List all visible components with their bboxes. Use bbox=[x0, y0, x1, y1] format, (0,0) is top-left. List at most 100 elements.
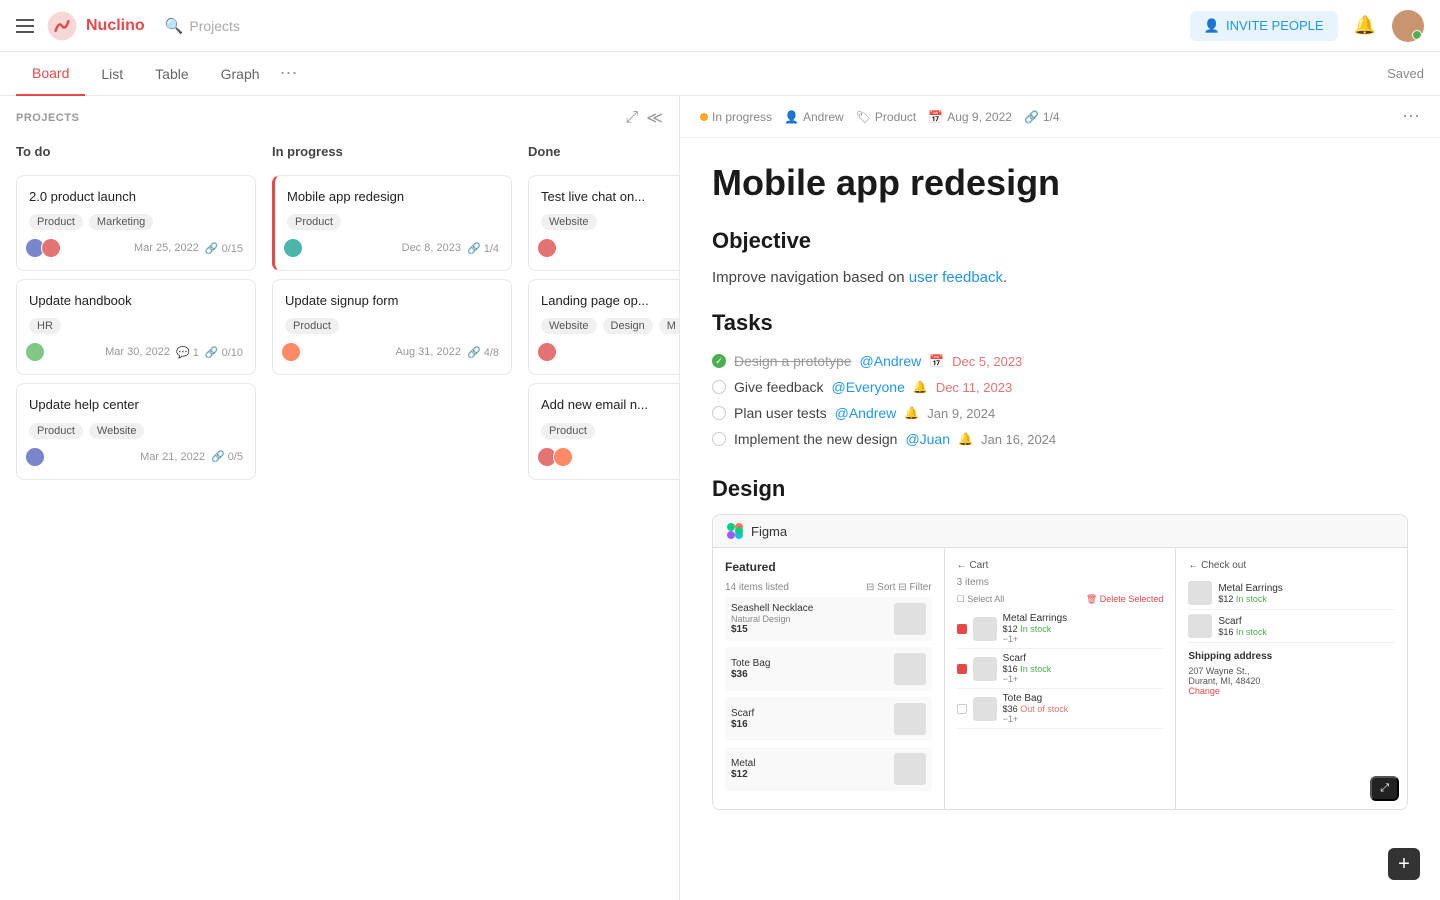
card-footer: Aug 31, 2022 🔗 4/8 bbox=[285, 342, 499, 362]
figma-frames-container: Featured 14 items listed⊟ Sort ⊟ Filter … bbox=[713, 548, 1407, 809]
projects-label: PROJECTS bbox=[16, 112, 79, 124]
doc-date[interactable]: 📅 Aug 9, 2022 bbox=[928, 110, 1012, 124]
task-mention[interactable]: @Andrew bbox=[835, 405, 897, 421]
doc-assignee[interactable]: 👤 Andrew bbox=[784, 110, 844, 124]
doc-panel: In progress 👤 Andrew 🏷 Product 📅 Aug 9, … bbox=[680, 96, 1440, 900]
figma-checkbox bbox=[957, 624, 967, 634]
card-title: Test live chat on... bbox=[541, 188, 679, 206]
hamburger-menu[interactable] bbox=[16, 19, 34, 33]
board-header-actions: ⤢ ≪ bbox=[625, 108, 663, 128]
card-tags: Product bbox=[287, 214, 499, 230]
figma-expand-button[interactable]: ⤢ bbox=[1370, 776, 1399, 801]
figma-section-header: 14 items listed⊟ Sort ⊟ Filter bbox=[725, 582, 932, 593]
card-signup-form[interactable]: Update signup form Product Aug 31, 2022 … bbox=[272, 279, 512, 375]
card-product-launch[interactable]: 2.0 product launch Product Marketing Mar… bbox=[16, 175, 256, 271]
task-checkbox-done[interactable]: ✓ bbox=[712, 354, 726, 368]
tag-website: Website bbox=[89, 423, 145, 439]
card-meta: Aug 31, 2022 🔗 4/8 bbox=[396, 346, 500, 359]
task-text: Design a prototype bbox=[734, 353, 852, 369]
avatar bbox=[283, 238, 303, 258]
figma-icon bbox=[727, 523, 743, 539]
expand-board-button[interactable]: ⤢ bbox=[625, 108, 638, 128]
card-title: Update help center bbox=[29, 396, 243, 414]
saved-label: Saved bbox=[1387, 66, 1424, 81]
team-icon: 🏷 bbox=[856, 110, 871, 124]
user-feedback-link[interactable]: user feedback bbox=[909, 269, 1003, 286]
column-todo: To do 2.0 product launch Product Marketi… bbox=[16, 140, 256, 884]
card-footer: Mar 21, 2022 🔗 0/5 bbox=[29, 447, 243, 467]
main-layout: PROJECTS ⤢ ≪ To do 2.0 product launch Pr… bbox=[0, 96, 1440, 900]
add-button[interactable]: + bbox=[1388, 848, 1420, 880]
card-stat: 🔗 4/8 bbox=[467, 346, 499, 359]
figma-title: Figma bbox=[751, 524, 787, 539]
column-done-title: Done bbox=[528, 140, 679, 167]
doc-team[interactable]: 🏷 Product bbox=[856, 110, 917, 124]
logo: Nuclino bbox=[46, 10, 145, 42]
bell-icon: 🔔 bbox=[958, 432, 973, 446]
card-avatars bbox=[285, 342, 301, 362]
card-meta: Mar 21, 2022 🔗 0/5 bbox=[140, 450, 243, 463]
figma-product-card: Scarf $16 bbox=[725, 697, 932, 741]
card-title: Update signup form bbox=[285, 292, 499, 310]
task-date: Dec 11, 2023 bbox=[936, 380, 1012, 395]
card-help-center[interactable]: Update help center Product Website Mar 2… bbox=[16, 383, 256, 479]
search-bar[interactable]: 🔍 Projects bbox=[165, 17, 240, 35]
task-mention[interactable]: @Everyone bbox=[832, 379, 905, 395]
doc-status[interactable]: In progress bbox=[700, 110, 772, 124]
card-handbook[interactable]: Update handbook HR Mar 30, 2022 💬 1 🔗 0/… bbox=[16, 279, 256, 375]
tab-graph[interactable]: Graph bbox=[205, 52, 276, 96]
card-avatars bbox=[541, 342, 557, 362]
card-tags: Website bbox=[541, 214, 679, 230]
card-mobile-redesign[interactable]: Mobile app redesign Product Dec 8, 2023 … bbox=[272, 175, 512, 271]
avatar bbox=[537, 342, 557, 362]
doc-progress[interactable]: 🔗 1/4 bbox=[1024, 110, 1060, 124]
notifications-button[interactable]: 🔔 bbox=[1354, 15, 1376, 36]
task-checkbox[interactable] bbox=[712, 432, 726, 446]
collapse-board-button[interactable]: ≪ bbox=[646, 108, 663, 128]
card-landing-page[interactable]: Landing page op... Website Design M Mar … bbox=[528, 279, 679, 375]
task-checkbox[interactable] bbox=[712, 380, 726, 394]
avatar bbox=[25, 447, 45, 467]
tag-hr: HR bbox=[29, 318, 61, 334]
invite-people-button[interactable]: 👤 INVITE PEOPLE bbox=[1190, 11, 1338, 41]
task-checkbox[interactable] bbox=[712, 406, 726, 420]
figma-back: ← Cart bbox=[957, 560, 1164, 571]
task-item: Give feedback @Everyone 🔔 Dec 11, 2023 bbox=[712, 374, 1408, 400]
tag-website: Website bbox=[541, 318, 597, 334]
task-text: Plan user tests bbox=[734, 405, 827, 421]
date-icon: 📅 bbox=[928, 110, 943, 124]
card-live-chat[interactable]: Test live chat on... Website Mar 3, 2022 bbox=[528, 175, 679, 271]
objective-paragraph: Improve navigation based on user feedbac… bbox=[712, 266, 1408, 290]
card-email[interactable]: Add new email n... Product Feb 23, 202..… bbox=[528, 383, 679, 479]
objective-end: . bbox=[1003, 269, 1007, 286]
figma-embed: Figma Featured 14 items listed⊟ Sort ⊟ F… bbox=[712, 514, 1408, 810]
search-icon: 🔍 bbox=[165, 17, 184, 35]
card-avatars bbox=[541, 447, 573, 467]
figma-cart-item: Metal Earrings $12 In stock bbox=[1188, 577, 1395, 610]
objective-text: Improve navigation based on bbox=[712, 269, 909, 286]
doc-title: Mobile app redesign bbox=[712, 162, 1408, 204]
top-nav: Nuclino 🔍 Projects 👤 INVITE PEOPLE 🔔 bbox=[0, 0, 1440, 52]
figma-header: Figma bbox=[713, 515, 1407, 548]
tag-design: Design bbox=[603, 318, 653, 334]
task-mention[interactable]: @Juan bbox=[905, 431, 950, 447]
user-avatar[interactable] bbox=[1392, 10, 1424, 42]
card-stat: 🔗 1/4 bbox=[467, 242, 499, 255]
tab-board[interactable]: Board bbox=[16, 52, 85, 96]
task-mention[interactable]: @Andrew bbox=[860, 353, 922, 369]
column-inprogress-title: In progress bbox=[272, 140, 512, 167]
tag-marketing: Marketing bbox=[89, 214, 153, 230]
card-stat: 🔗 0/10 bbox=[205, 346, 243, 359]
tag-product: Product bbox=[285, 318, 339, 334]
app-name: Nuclino bbox=[86, 17, 145, 35]
doc-more-button[interactable]: ⋯ bbox=[1402, 106, 1420, 127]
tab-table[interactable]: Table bbox=[139, 52, 204, 96]
invite-icon: 👤 bbox=[1204, 18, 1220, 34]
card-tags: Website Design M bbox=[541, 318, 679, 334]
figma-change-link[interactable]: Change bbox=[1188, 686, 1395, 696]
card-footer: Mar 1, 2022 bbox=[541, 342, 679, 362]
card-title: Update handbook bbox=[29, 292, 243, 310]
card-footer: Dec 8, 2023 🔗 1/4 bbox=[287, 238, 499, 258]
tab-list[interactable]: List bbox=[85, 52, 139, 96]
tab-more-icon[interactable]: ⋯ bbox=[280, 63, 298, 84]
